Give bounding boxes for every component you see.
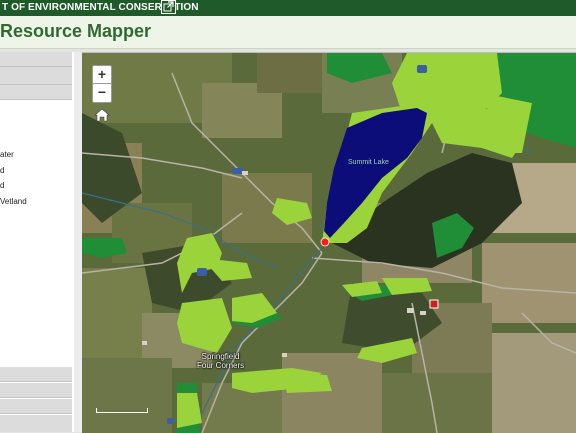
legend-item-4: Vetland [0, 197, 27, 206]
satellite-map-layer [82, 53, 576, 433]
legend-item-2: d [0, 166, 5, 175]
zoom-in-button[interactable]: + [92, 65, 112, 85]
legend-item-1: ater [0, 150, 14, 159]
town-label: Springfield Four Corners [197, 352, 244, 370]
panel-section-header-5[interactable] [0, 383, 72, 398]
home-icon[interactable] [94, 108, 110, 122]
left-side-panel: ater d d Vetland [0, 52, 75, 432]
panel-section-header-7[interactable] [0, 415, 72, 432]
panel-section-header-1[interactable] [0, 52, 72, 67]
zoom-out-button[interactable]: − [92, 83, 112, 103]
site-marker-square[interactable] [429, 299, 439, 309]
map-viewport[interactable]: + − Summit Lake Springfield Four Corners [82, 52, 576, 433]
panel-section-header-6[interactable] [0, 399, 72, 414]
legend-item-3: d [0, 181, 5, 190]
page-title: Resource Mapper [0, 21, 152, 41]
town-label-line2: Four Corners [197, 361, 245, 370]
scale-bar [96, 408, 148, 413]
town-label-line1: Springfield [201, 352, 240, 361]
location-point-marker[interactable] [320, 237, 330, 247]
external-link-icon[interactable] [161, 0, 176, 14]
summit-lake-label: Summit Lake [348, 159, 389, 166]
agency-header-bar: T OF ENVIRONMENTAL CONSERVATION [0, 0, 576, 16]
panel-section-header-3[interactable] [0, 85, 72, 100]
app-title-bar: Resource Mapper [0, 16, 576, 49]
panel-section-header-2[interactable] [0, 67, 72, 85]
panel-section-header-4[interactable] [0, 367, 72, 382]
